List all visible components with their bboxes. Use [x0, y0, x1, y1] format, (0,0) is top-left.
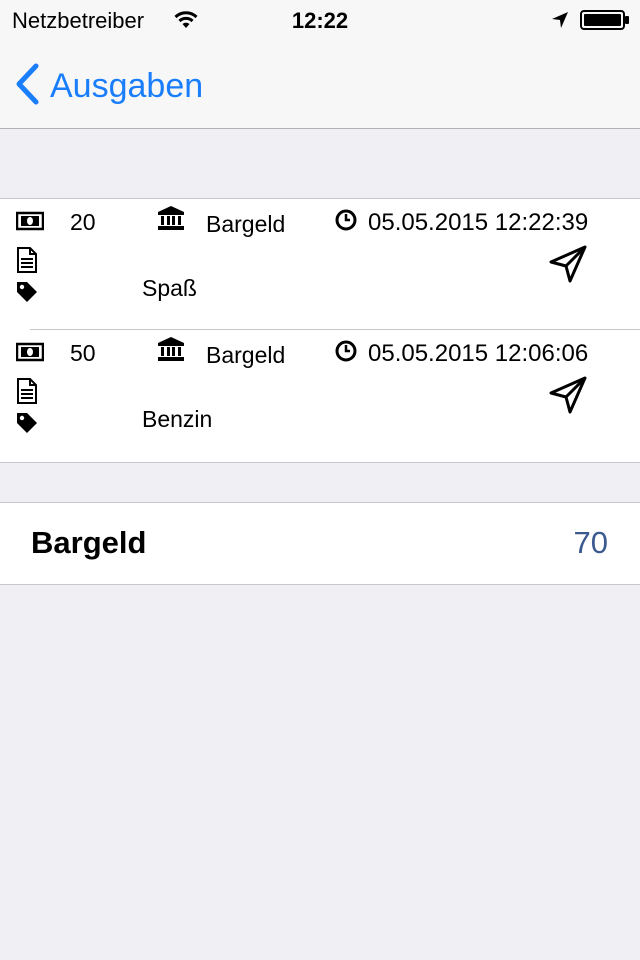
banknote-icon: [15, 211, 45, 236]
battery-icon: [580, 10, 630, 35]
list-item[interactable]: 50 Bargeld 05.05.2015 12:06:06 Benzin: [0, 330, 640, 461]
summary-label: Bargeld: [31, 525, 147, 560]
banknote-icon: [15, 342, 45, 367]
send-icon[interactable]: [549, 245, 587, 288]
status-bar: Netzbetreiber 12:22: [0, 0, 640, 40]
clock-icon: [335, 340, 357, 367]
entry-category: Benzin: [142, 406, 213, 432]
entry-datetime: 05.05.2015 12:22:39: [368, 209, 589, 236]
summary-total: 70: [573, 525, 608, 560]
clock-time: 12:22: [291, 8, 349, 33]
document-icon: [16, 247, 38, 278]
navigation-bar: Ausgaben: [0, 40, 640, 129]
entry-datetime: 05.05.2015 12:06:06: [368, 340, 589, 367]
bank-icon: [157, 205, 185, 236]
bank-icon: [157, 336, 185, 367]
entry-category: Spaß: [142, 275, 197, 301]
clock-icon: [335, 209, 357, 236]
tag-icon: [16, 412, 38, 439]
tag-icon: [16, 281, 38, 308]
location-arrow-icon: [550, 10, 570, 35]
summary-row[interactable]: Bargeld 70: [0, 502, 640, 585]
entry-account: Bargeld: [206, 342, 286, 368]
list-item[interactable]: 20 Bargeld 05.05.2015 12:22:39 Spaß: [0, 199, 640, 330]
entry-amount: 50: [70, 340, 96, 366]
entry-amount: 20: [70, 209, 96, 235]
entry-account: Bargeld: [206, 211, 286, 237]
back-button-label: Ausgaben: [50, 66, 204, 105]
send-icon[interactable]: [549, 376, 587, 419]
expense-list: 20 Bargeld 05.05.2015 12:22:39 Spaß 50 B…: [0, 198, 640, 463]
chevron-left-icon: [14, 63, 40, 110]
back-button[interactable]: Ausgaben: [14, 63, 204, 110]
document-icon: [16, 378, 38, 409]
